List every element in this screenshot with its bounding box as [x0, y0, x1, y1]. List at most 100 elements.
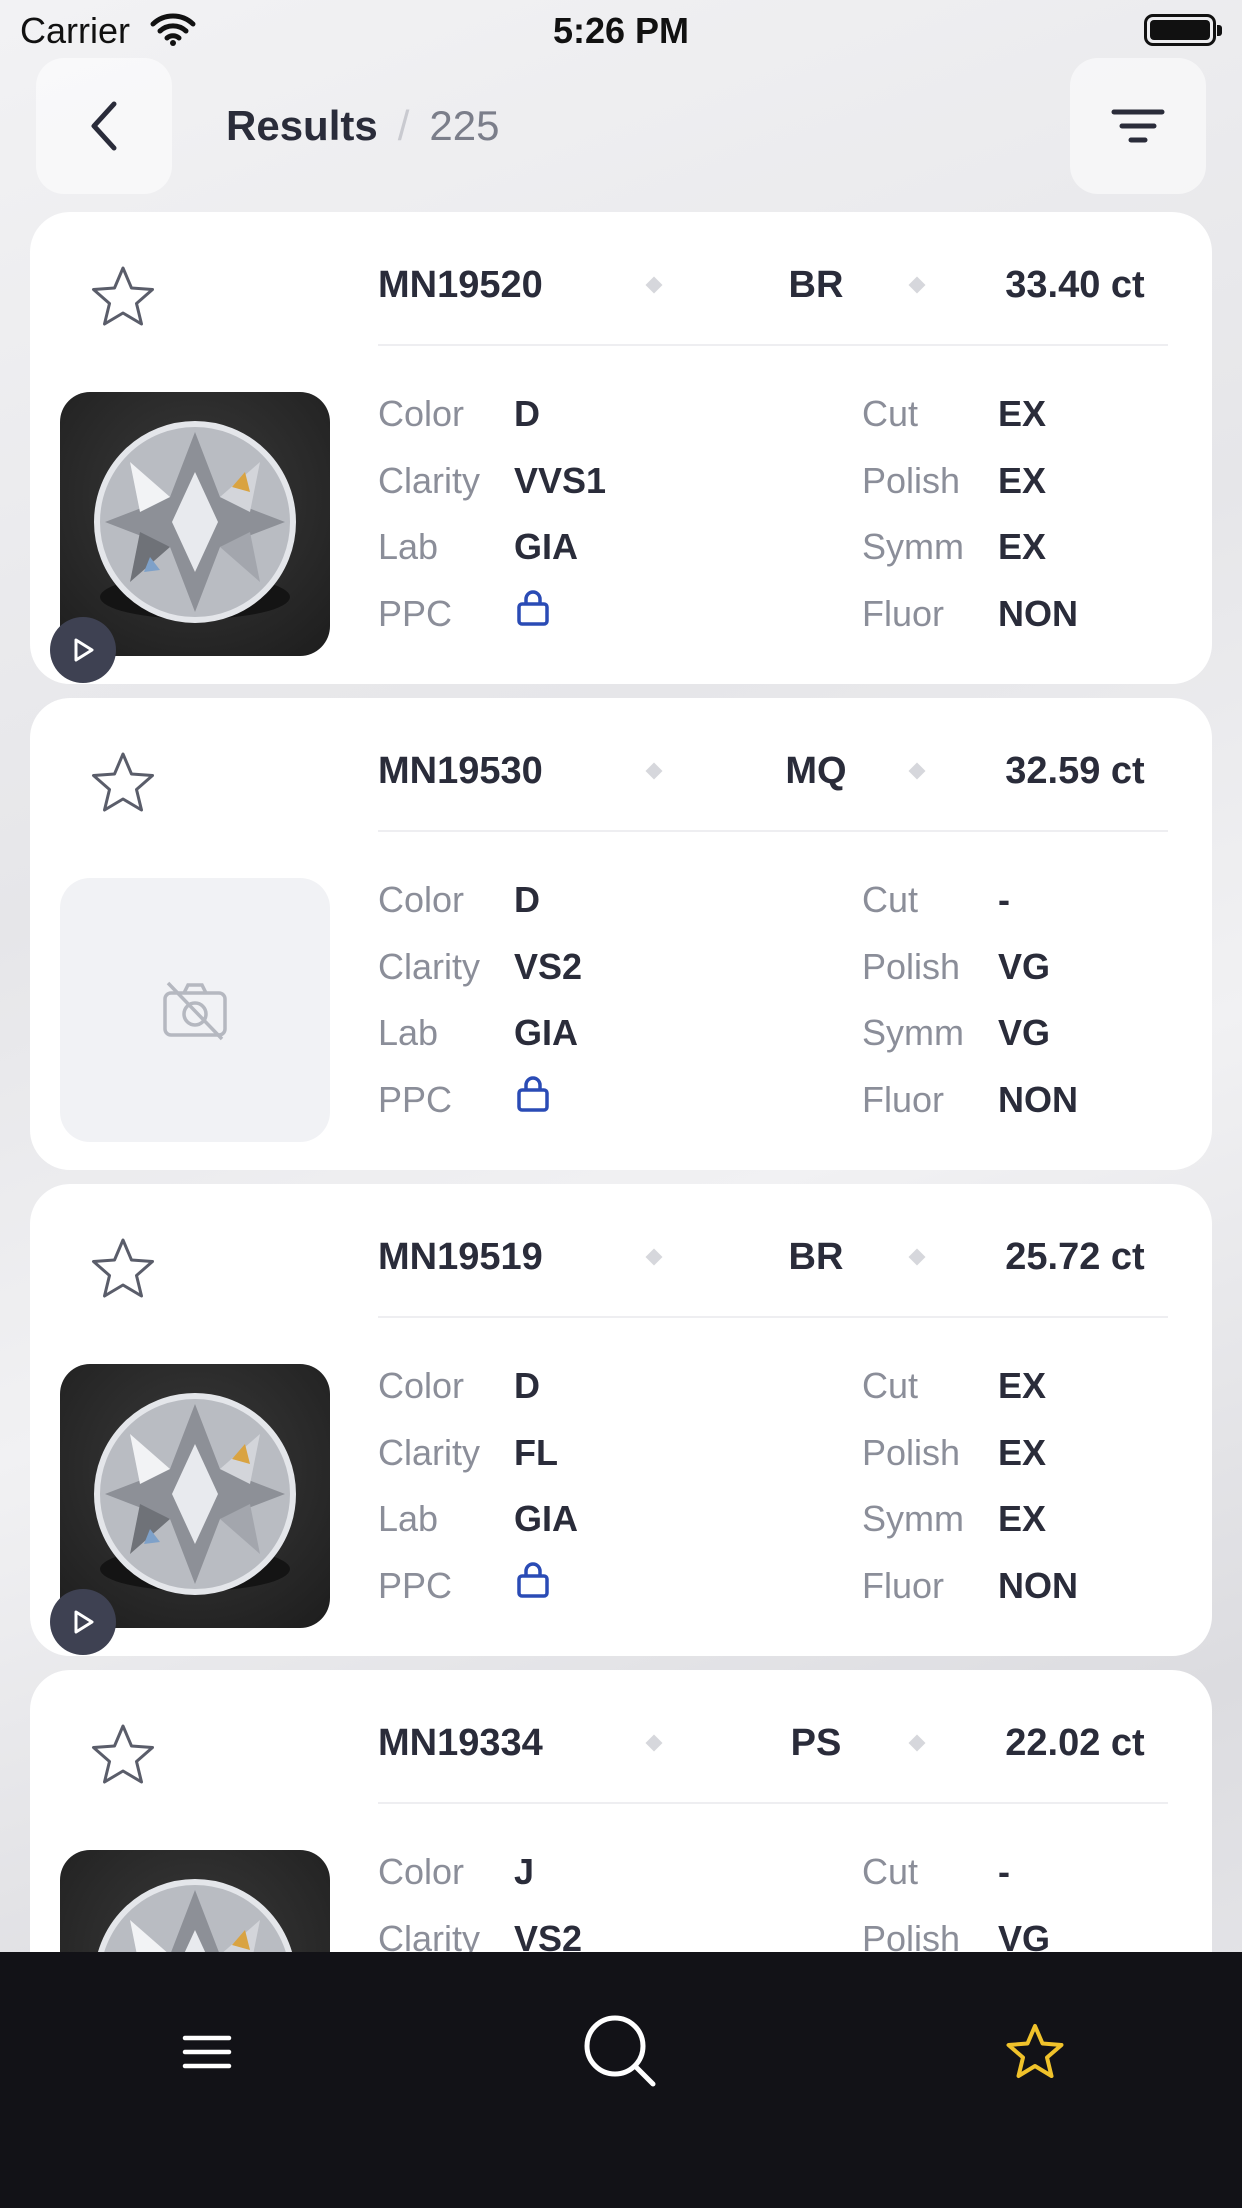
cut-value: EX [998, 393, 1047, 434]
stone-code: MN19520 [378, 264, 543, 306]
star-outline-icon [92, 1724, 154, 1784]
clarity-label: Clarity [378, 460, 481, 501]
lab-label: Lab [378, 1012, 439, 1053]
stone-shape: BR [788, 1236, 844, 1278]
stone-image[interactable] [60, 1364, 330, 1628]
lab-value: GIA [514, 526, 579, 567]
polish-label: Polish [862, 460, 961, 501]
ppc-label: PPC [378, 1079, 453, 1120]
fluor-value: NON [998, 1079, 1078, 1120]
color-label: Color [378, 1365, 465, 1406]
play-icon [74, 638, 94, 662]
results-list[interactable]: MN19520 BR 33.40 ct Color D Clarity VVS1 Lab GIA… [30, 212, 1212, 1952]
polish-value: EX [998, 1432, 1047, 1473]
stone-carat: 32.59 ct [1005, 750, 1145, 792]
separator-dot [908, 276, 926, 294]
color-value: J [514, 1851, 535, 1892]
lock-icon [517, 590, 549, 626]
menu-icon [182, 2035, 232, 2069]
tab-favorites[interactable] [985, 2002, 1085, 2102]
clarity-label: Clarity [378, 1432, 481, 1473]
play-video-button[interactable] [50, 617, 116, 683]
ppc-label: PPC [378, 593, 453, 634]
ppc-lock-button[interactable] [516, 1075, 550, 1122]
diamond-card[interactable]: MN19530 MQ 32.59 ct Color D Clarity VS2 Lab GIA P… [30, 698, 1212, 1170]
clarity-label: Clarity [378, 946, 481, 987]
polish-label: Polish [862, 1918, 961, 1952]
color-value: D [514, 879, 540, 920]
tab-bar [0, 1952, 1242, 2208]
stone-image[interactable] [60, 392, 330, 656]
diamond-card[interactable]: MN19334PS22.02 ctColorJClarityVS2LabPPCC… [30, 1670, 1212, 1952]
ppc-label: PPC [378, 1565, 453, 1606]
back-button[interactable] [36, 58, 172, 194]
polish-value: VG [998, 946, 1051, 987]
color-value: D [514, 393, 540, 434]
favorite-button[interactable] [88, 1236, 158, 1307]
favorite-button[interactable] [88, 264, 158, 335]
diamond-card[interactable]: MN19520 BR 33.40 ct Color D Clarity VVS1 Lab GIA… [30, 212, 1212, 684]
card-divider [378, 1316, 1168, 1318]
clarity-value: FL [514, 1432, 558, 1473]
title-separator: / [397, 102, 410, 149]
tab-menu[interactable] [157, 2002, 257, 2102]
separator-dot [908, 1248, 926, 1266]
symm-value: EX [998, 526, 1047, 567]
color-value: D [514, 1365, 540, 1406]
polish-label: Polish [862, 946, 961, 987]
play-video-button[interactable] [50, 1589, 116, 1655]
separator-dot [645, 1734, 663, 1752]
symm-label: Symm [862, 526, 964, 567]
stone-shape: MQ [785, 750, 847, 792]
lab-value: GIA [514, 1498, 579, 1539]
symm-value: VG [998, 1012, 1051, 1053]
stone-shape: PS [790, 1722, 842, 1764]
separator-dot [645, 1248, 663, 1266]
clarity-label: Clarity [378, 1918, 481, 1952]
polish-value: EX [998, 460, 1047, 501]
play-icon [74, 1610, 94, 1634]
ppc-lock-button[interactable] [516, 589, 550, 636]
search-icon [584, 2015, 656, 2087]
symm-label: Symm [862, 1498, 964, 1539]
page-title: Results / 225 [226, 102, 499, 150]
separator-dot [908, 762, 926, 780]
header: Results / 225 [0, 58, 1242, 198]
fluor-value: NON [998, 593, 1078, 634]
diamond-card[interactable]: MN19519 BR 25.72 ct Color D Clarity FL Lab GIA PP… [30, 1184, 1212, 1656]
results-title: Results [226, 102, 378, 149]
filter-icon [1111, 109, 1165, 143]
star-outline-icon [92, 266, 154, 326]
symm-label: Symm [862, 1012, 964, 1053]
color-label: Color [378, 879, 465, 920]
clarity-value: VS2 [514, 1918, 583, 1952]
card-divider [378, 830, 1168, 832]
color-label: Color [378, 1851, 465, 1892]
stone-carat: 33.40 ct [1005, 264, 1145, 306]
diamond-photo [94, 421, 296, 623]
tab-search[interactable] [571, 2002, 671, 2102]
stone-code: MN19519 [378, 1236, 543, 1278]
favorite-button[interactable] [88, 1722, 158, 1793]
polish-value: VG [998, 1918, 1051, 1952]
diamond-photo [97, 1879, 293, 1952]
filter-button[interactable] [1070, 58, 1206, 194]
stone-carat: 25.72 ct [1005, 1236, 1145, 1278]
favorite-button[interactable] [88, 750, 158, 821]
star-icon [1006, 2024, 1064, 2078]
cut-label: Cut [862, 1851, 919, 1892]
results-count: 225 [429, 102, 500, 149]
cut-label: Cut [862, 879, 919, 920]
stone-image-placeholder [60, 878, 330, 1142]
separator-dot [645, 276, 663, 294]
stone-image[interactable] [60, 1850, 330, 1952]
cut-value: EX [998, 1365, 1047, 1406]
ppc-lock-button[interactable] [516, 1561, 550, 1608]
clarity-value: VVS1 [514, 460, 607, 501]
card-divider [378, 1802, 1168, 1804]
diamond-photo [94, 1393, 296, 1595]
polish-label: Polish [862, 1432, 961, 1473]
battery-icon [1144, 14, 1222, 46]
separator-dot [908, 1734, 926, 1752]
color-label: Color [378, 393, 465, 434]
